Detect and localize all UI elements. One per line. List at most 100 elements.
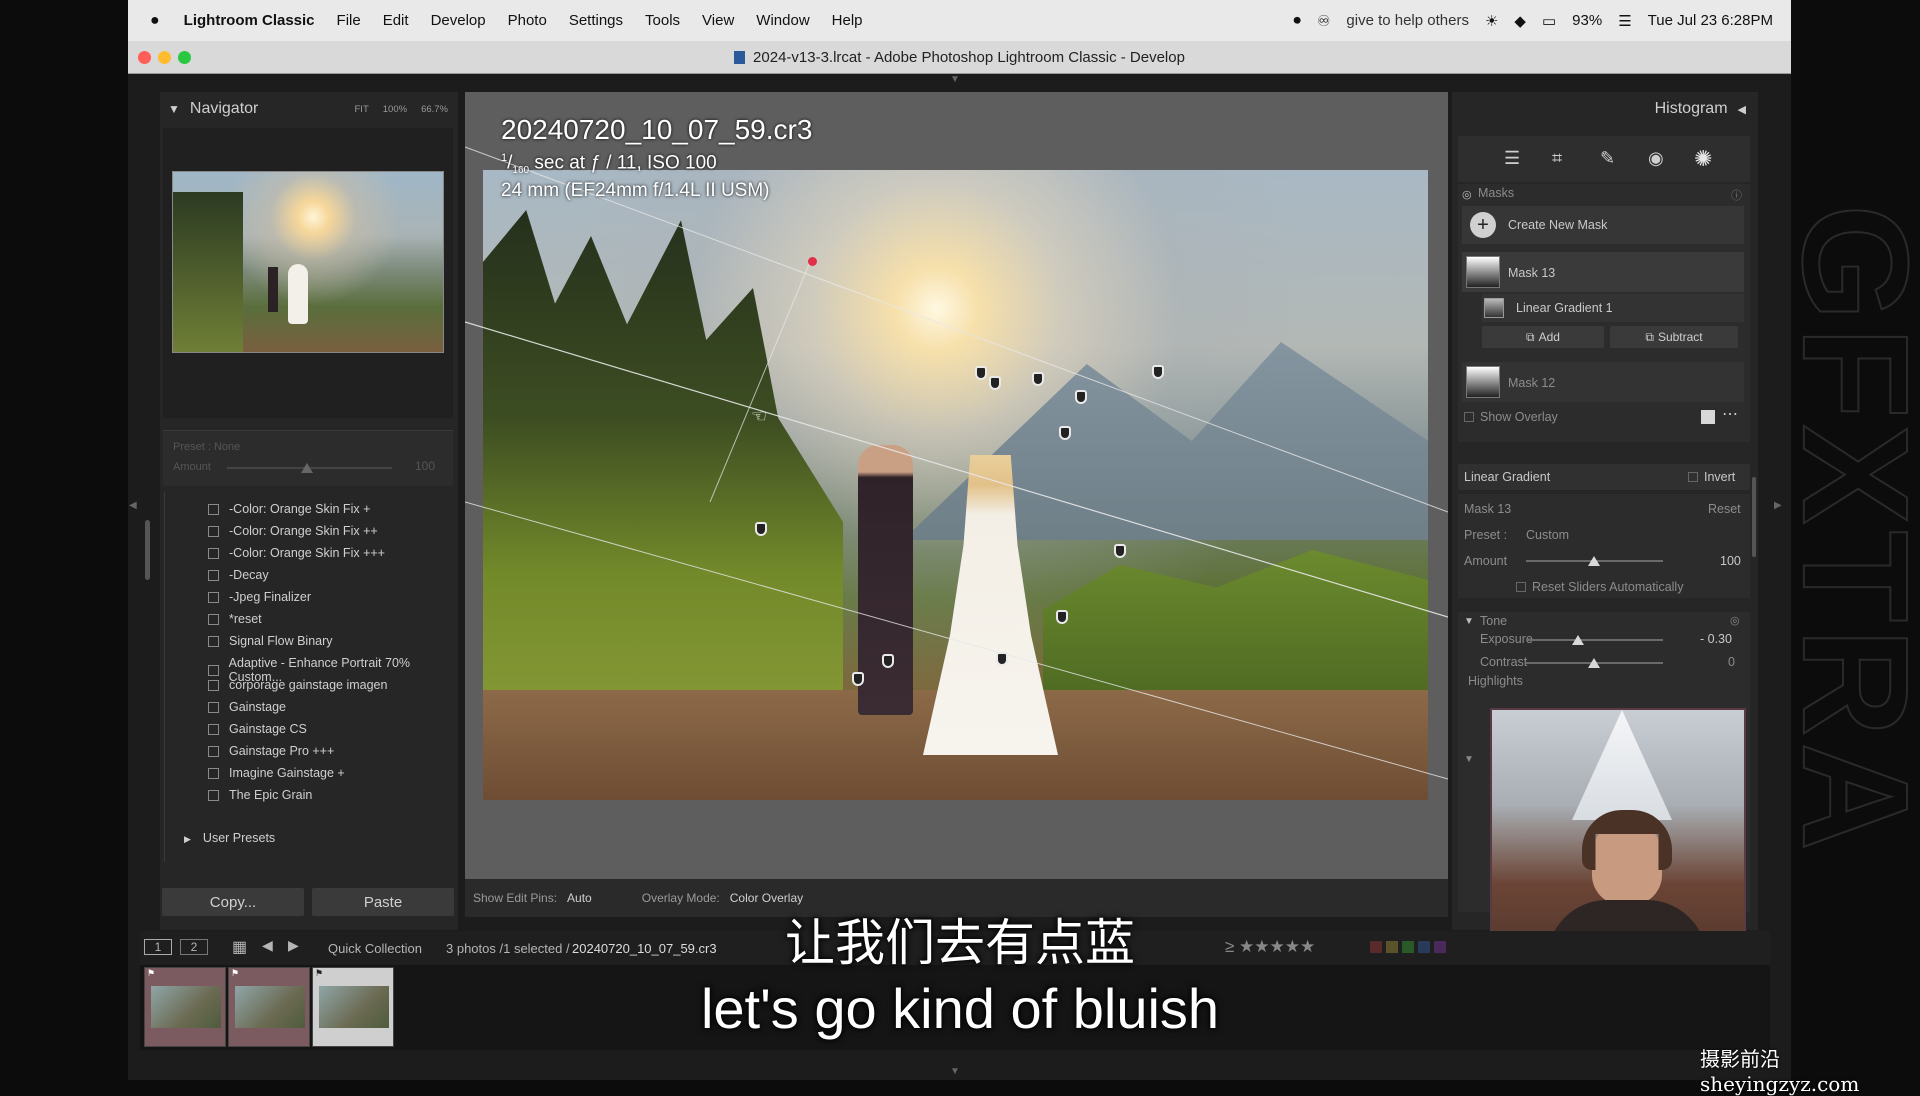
preset-select[interactable]: Custom: [1526, 528, 1569, 542]
exposure-slider-thumb[interactable]: [1572, 635, 1584, 645]
display-icon[interactable]: ▭: [1542, 12, 1556, 30]
mask12-row[interactable]: Mask 12: [1462, 362, 1744, 402]
masks-panel: ◎ Masks ⓘ + Create New Mask Mask 13 Line…: [1458, 184, 1750, 442]
zoom-66[interactable]: 66.7%: [421, 104, 448, 115]
preset-item[interactable]: Gainstage CS: [208, 722, 307, 736]
edit-pin[interactable]: [852, 672, 864, 686]
record-icon[interactable]: ⏺: [1293, 12, 1301, 29]
menu-file[interactable]: File: [337, 12, 361, 29]
right-panel-toggle-icon[interactable]: ▶: [1774, 500, 1782, 511]
preset-item[interactable]: *reset: [208, 612, 262, 626]
amount-slider-thumb[interactable]: [301, 463, 313, 473]
preset-item[interactable]: Gainstage: [208, 700, 286, 714]
contrast-value: 0: [1728, 655, 1735, 669]
left-panel-toggle-icon[interactable]: ◀: [129, 500, 137, 511]
menu-window[interactable]: Window: [756, 12, 809, 29]
linear-gradient-component[interactable]: Linear Gradient 1: [1482, 294, 1744, 322]
section-collapse-icon[interactable]: ▼: [1464, 754, 1474, 765]
histogram-header[interactable]: Histogram ◀: [1452, 92, 1758, 126]
edit-pin[interactable]: [975, 366, 987, 380]
window-titlebar: 2024-v13-3.lrcat - Adobe Photoshop Light…: [128, 41, 1791, 74]
invert-checkbox[interactable]: [1688, 472, 1698, 482]
red-eye-icon[interactable]: ◉: [1648, 148, 1664, 169]
contrast-slider-thumb[interactable]: [1588, 658, 1600, 668]
preset-item[interactable]: corporage gainstage imagen: [208, 678, 387, 692]
edit-pin[interactable]: [1075, 390, 1087, 404]
status-text[interactable]: give to help others: [1346, 12, 1469, 29]
masking-icon[interactable]: ✺: [1694, 146, 1712, 172]
minimize-window-button[interactable]: [158, 51, 171, 64]
menu-view[interactable]: View: [702, 12, 734, 29]
preset-item[interactable]: -Decay: [208, 568, 269, 582]
create-mask-row[interactable]: + Create New Mask: [1462, 206, 1744, 244]
collapse-left-icon[interactable]: ◀: [1738, 103, 1746, 116]
dropbox-icon[interactable]: ◆: [1514, 12, 1526, 30]
amount-slider-thumb[interactable]: [1588, 556, 1600, 566]
help-icon[interactable]: ⓘ: [1731, 187, 1742, 203]
menu-edit[interactable]: Edit: [383, 12, 409, 29]
reset-button[interactable]: Reset: [1708, 502, 1741, 516]
gradient-guide-lines: [465, 146, 1448, 780]
collapse-triangle-icon[interactable]: ▼: [168, 102, 180, 116]
preset-item[interactable]: -Color: Orange Skin Fix +++: [208, 546, 385, 560]
preset-item[interactable]: -Color: Orange Skin Fix +: [208, 502, 370, 516]
zoom-window-button[interactable]: [178, 51, 191, 64]
mask12-label: Mask 12: [1508, 376, 1556, 390]
preset-item[interactable]: Gainstage Pro +++: [208, 744, 334, 758]
menu-photo[interactable]: Photo: [508, 12, 547, 29]
zoom-100[interactable]: 100%: [383, 104, 407, 115]
edit-pin[interactable]: [989, 376, 1001, 390]
battery-status[interactable]: 93%: [1572, 12, 1602, 29]
active-pin[interactable]: [808, 257, 817, 266]
tone-visibility-icon[interactable]: ◎: [1730, 614, 1740, 627]
eye-icon[interactable]: ◎: [1462, 188, 1472, 201]
app-menu[interactable]: Lightroom Classic: [184, 12, 315, 29]
plus-icon[interactable]: +: [1470, 212, 1496, 238]
edit-pin[interactable]: [1056, 610, 1068, 624]
edit-pin[interactable]: [882, 654, 894, 668]
expand-triangle-icon[interactable]: ▶: [184, 834, 191, 844]
apple-icon[interactable]: ●: [150, 12, 160, 30]
preset-item[interactable]: Imagine Gainstage +: [208, 766, 345, 780]
user-presets-folder[interactable]: ▶ User Presets: [184, 831, 275, 845]
left-scrollbar[interactable]: [145, 520, 150, 580]
edit-pin[interactable]: [996, 652, 1008, 666]
show-overlay-checkbox[interactable]: [1464, 412, 1474, 422]
navigator-thumbnail[interactable]: [172, 171, 444, 353]
top-panel-toggle-icon[interactable]: ▼: [950, 74, 960, 85]
ribbon-icon[interactable]: ♾: [1317, 12, 1330, 30]
preset-item[interactable]: -Jpeg Finalizer: [208, 590, 311, 604]
linear-gradient-header: Linear Gradient Invert: [1458, 464, 1750, 490]
edit-pin[interactable]: [1059, 426, 1071, 440]
bottom-panel-toggle-icon[interactable]: ▼: [950, 1066, 960, 1077]
menu-tools[interactable]: Tools: [645, 12, 680, 29]
clock[interactable]: Tue Jul 23 6:28PM: [1648, 12, 1773, 29]
exposure-slider[interactable]: [1526, 639, 1663, 641]
navigator-header[interactable]: ▼ Navigator FIT 100% 66.7%: [160, 92, 458, 126]
close-window-button[interactable]: [138, 51, 151, 64]
mask13-row[interactable]: Mask 13: [1462, 252, 1744, 292]
crop-icon[interactable]: ⌗: [1552, 148, 1562, 169]
control-center-icon[interactable]: ☰: [1618, 12, 1631, 30]
edit-pin[interactable]: [1152, 365, 1164, 379]
subtract-button[interactable]: ⧉ Subtract: [1610, 326, 1738, 348]
zoom-fit[interactable]: FIT: [355, 104, 369, 115]
healing-icon[interactable]: ✎: [1600, 148, 1615, 169]
add-button[interactable]: ⧉ Add: [1482, 326, 1604, 348]
edit-sliders-icon[interactable]: ☰: [1504, 148, 1520, 169]
right-scrollbar[interactable]: [1752, 477, 1756, 557]
tone-collapse-icon[interactable]: ▼: [1464, 616, 1474, 627]
menu-help[interactable]: Help: [832, 12, 863, 29]
preset-item[interactable]: Signal Flow Binary: [208, 634, 333, 648]
brightness-icon[interactable]: ☀: [1485, 12, 1498, 30]
overlay-color-swatch[interactable]: [1701, 410, 1715, 424]
edit-pin[interactable]: [1032, 372, 1044, 386]
reset-sliders-checkbox[interactable]: [1516, 582, 1526, 592]
menu-settings[interactable]: Settings: [569, 12, 623, 29]
more-options-icon[interactable]: ⋯: [1722, 404, 1738, 424]
edit-pin[interactable]: [1114, 544, 1126, 558]
menu-develop[interactable]: Develop: [431, 12, 486, 29]
edit-pin[interactable]: [755, 522, 767, 536]
preset-item[interactable]: -Color: Orange Skin Fix ++: [208, 524, 378, 538]
preset-item[interactable]: The Epic Grain: [208, 788, 312, 802]
